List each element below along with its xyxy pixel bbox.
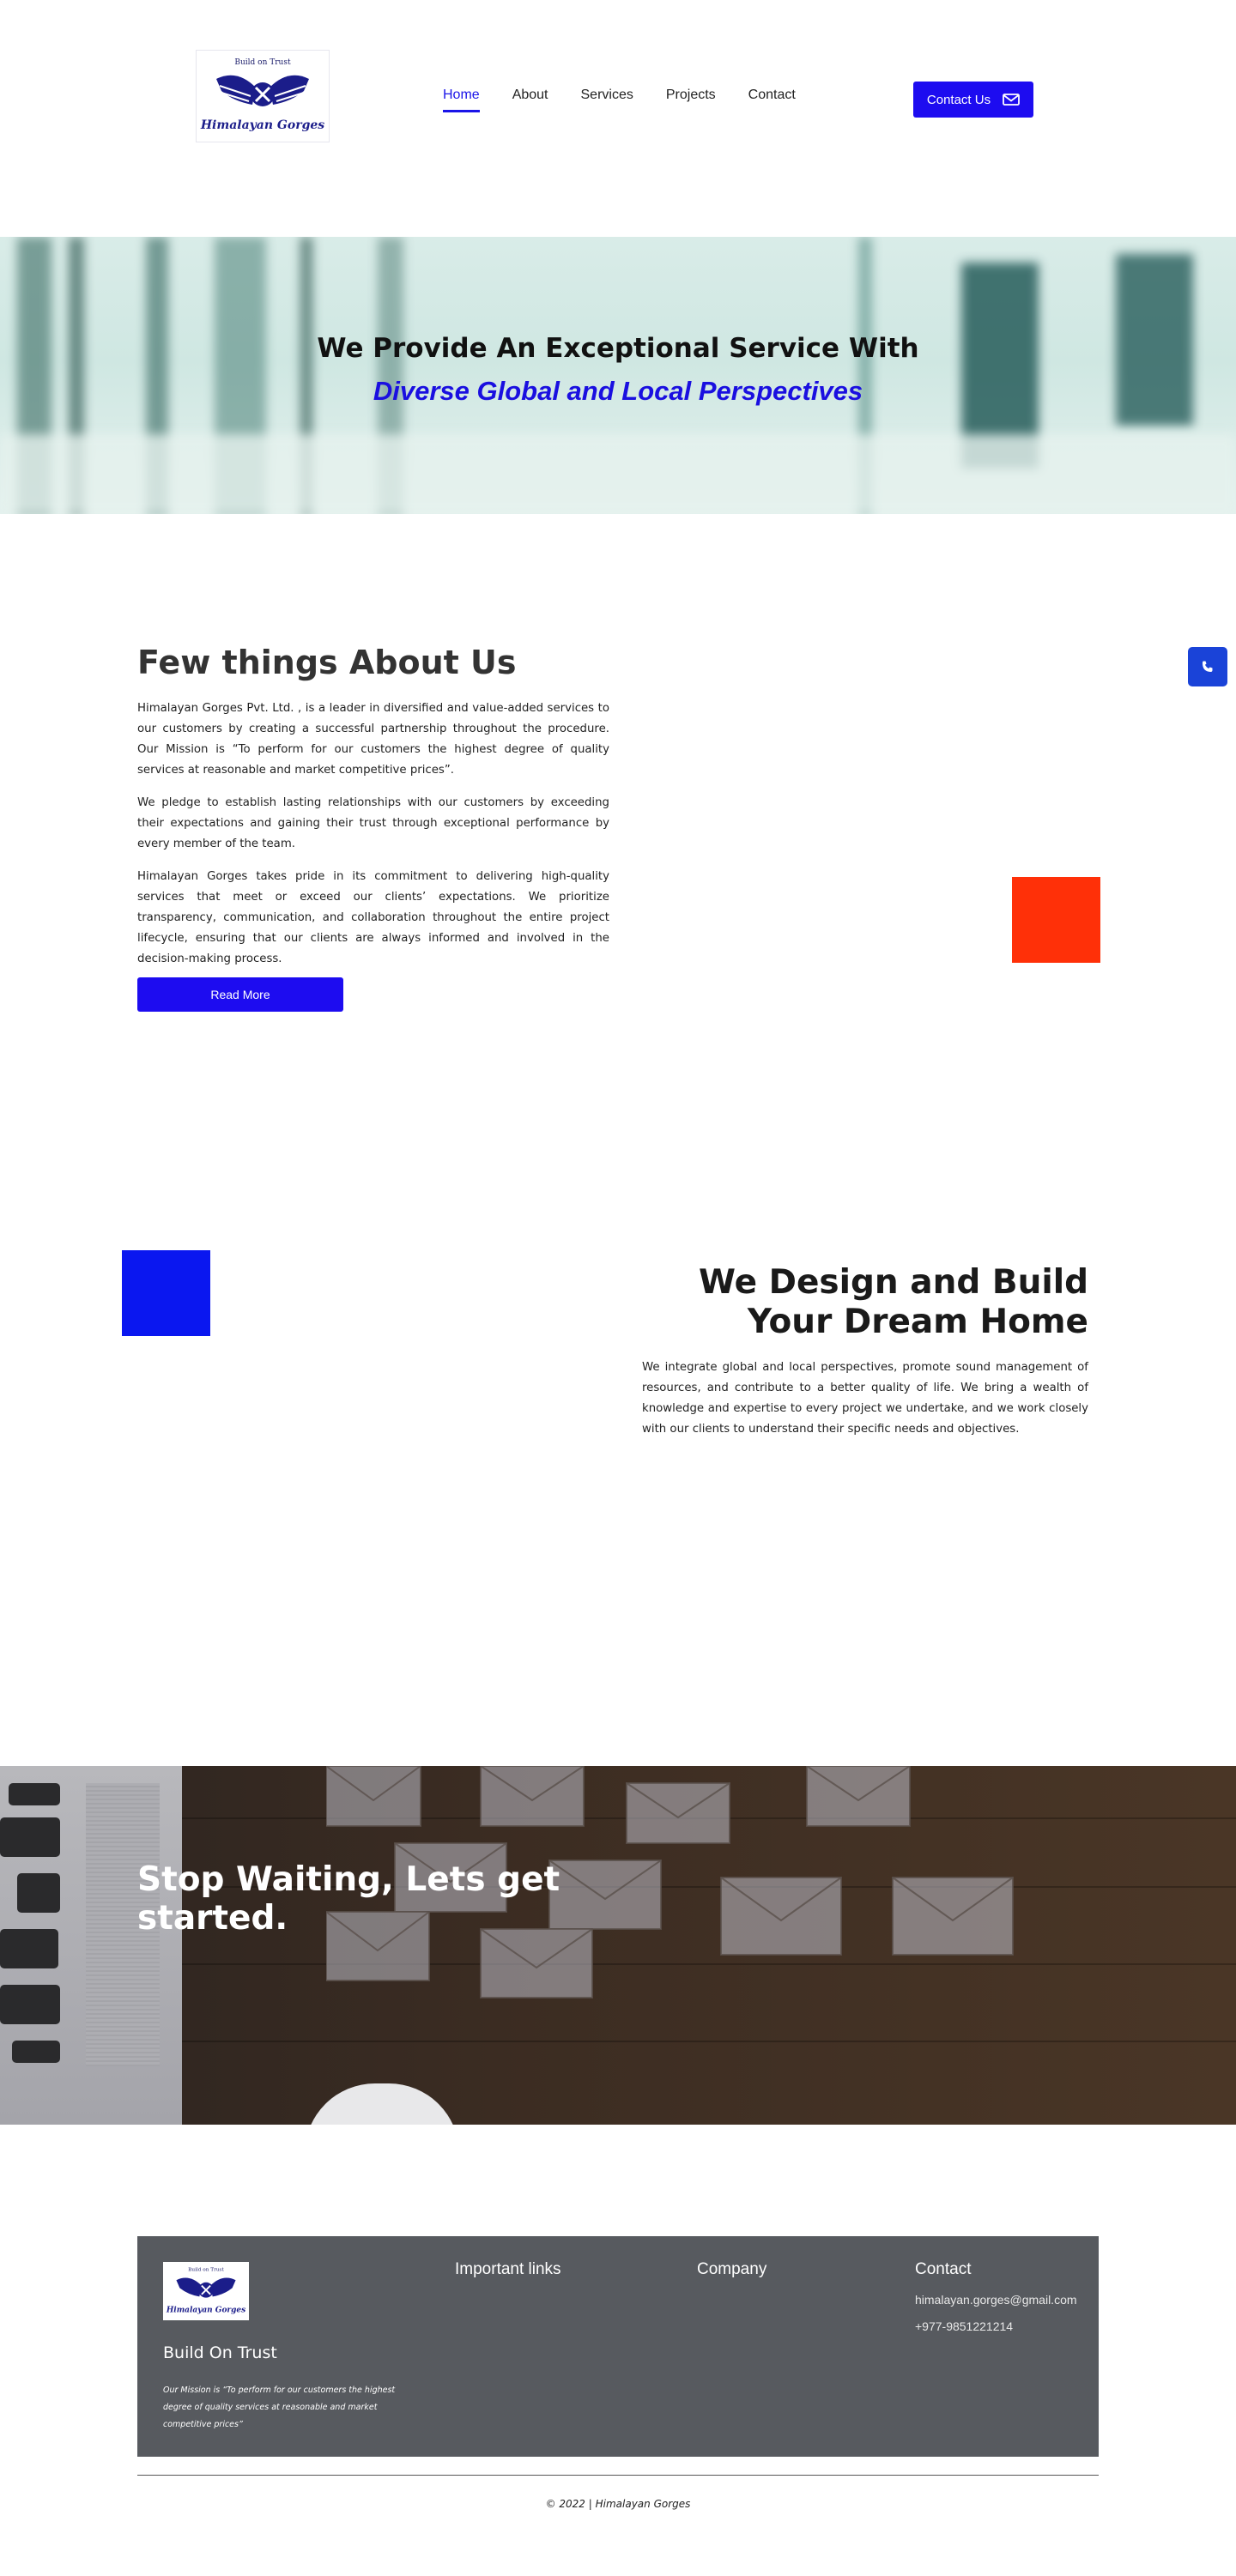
laptop-key [0,1817,60,1857]
laptop-key [9,1783,60,1805]
about-text: Himalayan Gorges Pvt. Ltd. , is a leader… [137,698,609,982]
laptop-key [0,1985,60,2024]
design-text: We integrate global and local perspectiv… [642,1361,1088,1436]
svg-text:Build on Trust: Build on Trust [188,2267,224,2272]
floating-call-button[interactable] [1188,647,1227,686]
nav-services[interactable]: Services [581,88,633,112]
eagle-emblem-icon: Build on Trust Himalayan Gorges [166,2267,245,2314]
footer-divider [137,2475,1099,2476]
laptop-key [12,2041,60,2063]
cta-banner: Stop Waiting, Lets get started. [0,1766,1236,2125]
footer-mission: Our Mission is “To perform for our custo… [163,2386,396,2429]
decorative-orange-square [1012,877,1100,963]
contact-us-label: Contact Us [926,92,991,107]
footer-panel: Build on Trust Himalayan Gorges Build On… [137,2236,1099,2457]
cta-title-line: started. [137,1899,288,1938]
svg-text:Himalayan Gorges: Himalayan Gorges [200,118,324,132]
nav-contact[interactable]: Contact [748,88,796,112]
site-header: Build on Trust Himalayan Gorges Home Abo… [0,0,1236,197]
about-title: Few things About Us [137,644,517,681]
about-paragraph: Himalayan Gorges Pvt. Ltd. , is a leader… [137,702,609,777]
hero-bg-floor [0,434,1236,514]
company-heading: Company [697,2260,767,2278]
laptop-key [0,1929,58,1968]
important-links-heading: Important links [455,2260,561,2278]
svg-text:Build on Trust: Build on Trust [234,58,291,67]
footer-logo[interactable]: Build on Trust Himalayan Gorges [163,2262,249,2320]
hero-heading: We Provide An Exceptional Service With [317,333,919,364]
main-nav: Home About Services Projects Contact [443,88,828,112]
eagle-emblem-icon: Build on Trust Himalayan Gorges [200,58,324,132]
laptop-key [17,1873,60,1913]
footer-phone-link[interactable]: +977-9851221214 [915,2319,1013,2333]
nav-about[interactable]: About [512,88,548,112]
design-title-line: We Design and Build [698,1263,1088,1302]
decorative-blue-square [122,1250,210,1336]
cta-title: Stop Waiting, Lets get started. [137,1860,584,1938]
design-title-line: Your Dream Home [747,1303,1088,1341]
about-paragraph: We pledge to establish lasting relations… [137,796,609,850]
copyright-text: © 2022 | Himalayan Gorges [545,2498,691,2510]
envelope-icon [1003,94,1020,106]
contact-heading: Contact [915,2260,972,2278]
contact-us-button[interactable]: Contact Us [913,82,1033,118]
nav-home[interactable]: Home [443,88,480,112]
footer-tagline: Build On Trust [163,2343,277,2362]
read-more-button[interactable]: Read More [137,977,343,1012]
laptop-image [0,1766,182,2125]
footer-email-link[interactable]: himalayan.gorges@gmail.com [915,2293,1077,2307]
about-paragraph: Himalayan Gorges takes pride in its comm… [137,870,609,965]
hero-banner: We Provide An Exceptional Service With D… [0,237,1236,514]
svg-text:Himalayan Gorges: Himalayan Gorges [166,2306,245,2314]
site-logo[interactable]: Build on Trust Himalayan Gorges [196,50,330,142]
cta-title-line: Stop Waiting, Lets get [137,1860,560,1899]
hero-subheading: Diverse Global and Local Perspectives [373,376,863,406]
wood-grain [0,2041,1236,2042]
nav-projects[interactable]: Projects [666,88,716,112]
phone-icon [1203,661,1213,672]
design-title: We Design and Build Your Dream Home [601,1263,1088,1342]
mouse-image [305,2083,459,2125]
